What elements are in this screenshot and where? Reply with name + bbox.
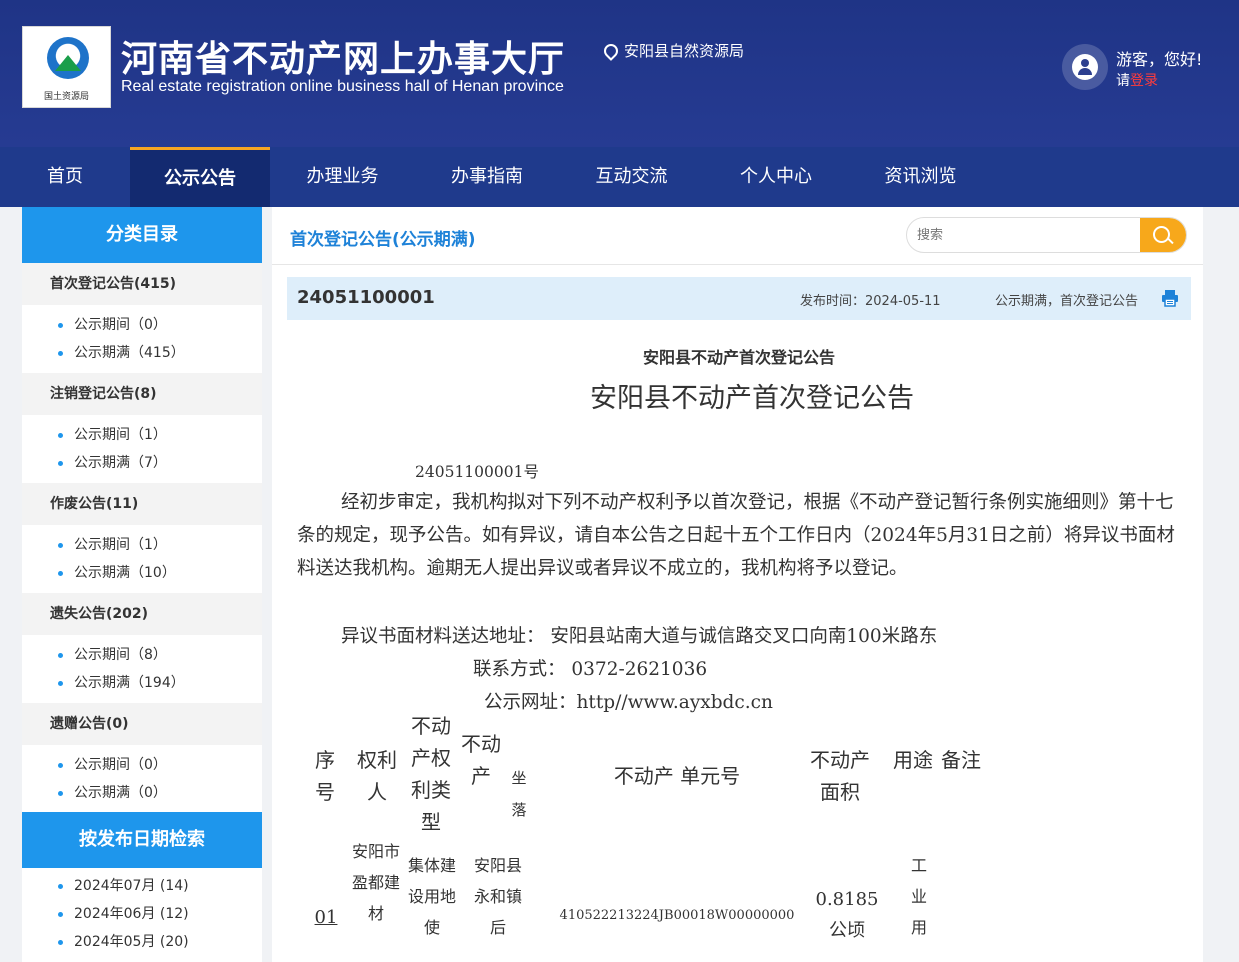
th-seq: 序号 [315,748,335,804]
location-label: 安阳县自然资源局 [624,42,745,60]
th-owner: 权利人 [357,748,397,804]
site-subtitle: Real estate registration online business… [121,78,564,95]
cell-use: 工业用 [910,856,927,937]
sub-item[interactable]: 公示期满（0） [22,779,262,807]
category-sidebar: 分类目录 首次登记公告(415) 公示期间（0） 公示期满（415） 注销登记公… [22,207,262,813]
search-button[interactable] [1140,218,1186,252]
location-pin-icon [601,40,621,61]
logo[interactable]: 国土资源局 [22,26,111,108]
user-icon [1072,54,1098,80]
main-content: 首次登记公告(公示期满) 24051100001 发布时间：2024-05-11… [272,207,1203,962]
cell-seq: 01 [314,907,338,928]
category-first-registration[interactable]: 首次登记公告(415) [22,263,262,305]
location-selector[interactable]: 安阳县自然资源局 [601,40,745,61]
emblem-icon [47,37,89,79]
doc-address: 异议书面材料送达地址： 安阳县站南大道与诚信路交叉口向南100米路东 [341,626,938,647]
sub-item[interactable]: 公示期满（194） [22,669,262,697]
sub-item[interactable]: 公示期间（8） [22,641,262,669]
doc-number: 24051100001号 [415,463,539,481]
search-box [906,217,1187,253]
th-right-type: 不动产权利类型 [411,714,451,834]
cell-location: 安阳县永和镇后 [473,856,522,937]
th-unit-no: 不动产 单元号 [613,764,741,788]
category-cancellation[interactable]: 注销登记公告(8) [22,373,262,415]
category-bequest[interactable]: 遗赠公告(0) [22,703,262,745]
th-area: 不动产面积 [810,748,870,804]
th-note: 备注 [941,748,981,772]
date-item[interactable]: 2024年06月 (12) [22,900,262,928]
section-title: 首次登记公告(公示期满) [290,230,476,250]
login-line: 请登录 [1116,73,1158,89]
th-estate: 不动产 [461,732,501,788]
nav-home[interactable]: 首页 [0,147,130,207]
sub-item[interactable]: 公示期间（0） [22,311,262,339]
sub-item[interactable]: 公示期间（0） [22,751,262,779]
th-location: 坐落 [511,769,527,819]
header: 国土资源局 河南省不动产网上办事大厅 Real estate registrat… [0,0,1239,147]
doc-body: 经初步审定，我机构拟对下列不动产权利予以首次登记，根据《不动产登记暂行条例实施细… [297,492,1175,579]
notice-tag: 公示期满，首次登记公告 [995,294,1139,309]
date-item[interactable]: 2024年07月 (14) [22,872,262,900]
sub-item[interactable]: 公示期满（7） [22,449,262,477]
cell-area: 0.8185公顷 [815,889,879,941]
notice-number: 24051100001 [297,287,435,308]
sidebar-title: 分类目录 [22,207,262,263]
nav-news[interactable]: 资讯浏览 [848,147,993,207]
publish-time: 发布时间：2024-05-11 [800,294,941,309]
logo-text: 国土资源局 [43,92,89,102]
doc-phone: 联系方式： 0372-2621036 [473,659,708,680]
site-title: 河南省不动产网上办事大厅 [121,39,566,80]
nav-interaction[interactable]: 互动交流 [559,147,704,207]
greeting: 游客，您好! [1116,50,1203,69]
cell-owner: 安阳市盈都建材 [351,842,400,923]
login-link[interactable]: 登录 [1130,73,1158,89]
nav-personal-center[interactable]: 个人中心 [704,147,848,207]
nav-business[interactable]: 办理业务 [270,147,415,207]
print-icon[interactable] [1161,289,1179,307]
doc-small-title: 安阳县不动产首次登记公告 [642,348,835,367]
sub-item[interactable]: 公示期间（1） [22,531,262,559]
cell-right-type: 集体建设用地使 [407,856,456,937]
category-lost[interactable]: 遗失公告(202) [22,593,262,635]
date-sidebar: 按发布日期检索 2024年07月 (14) 2024年06月 (12) 2024… [22,812,262,962]
doc-title: 安阳县不动产首次登记公告 [590,383,914,414]
sub-item[interactable]: 公示期间（1） [22,421,262,449]
search-input[interactable] [907,218,1143,252]
th-use: 用途 [893,748,933,772]
date-item[interactable]: 2024年05月 (20) [22,928,262,956]
notice-table: 序号 权利人 不动产权利类型 不动产 坐落 不动产 单元号 不动产面积 用途 备… [287,710,1191,962]
cell-unit-no: 410522213224JB00018W00000000 [559,908,795,923]
sub-item[interactable]: 公示期满（415） [22,339,262,367]
date-sidebar-title: 按发布日期检索 [22,812,262,868]
notice-header: 24051100001 发布时间：2024-05-11 公示期满，首次登记公告 [287,277,1191,320]
nav-guide[interactable]: 办事指南 [415,147,559,207]
avatar[interactable] [1062,44,1108,90]
category-void[interactable]: 作废公告(11) [22,483,262,525]
main-nav: 首页 公示公告 办理业务 办事指南 互动交流 个人中心 资讯浏览 [0,147,1239,207]
sub-item[interactable]: 公示期满（10） [22,559,262,587]
nav-announcements[interactable]: 公示公告 [130,147,270,207]
